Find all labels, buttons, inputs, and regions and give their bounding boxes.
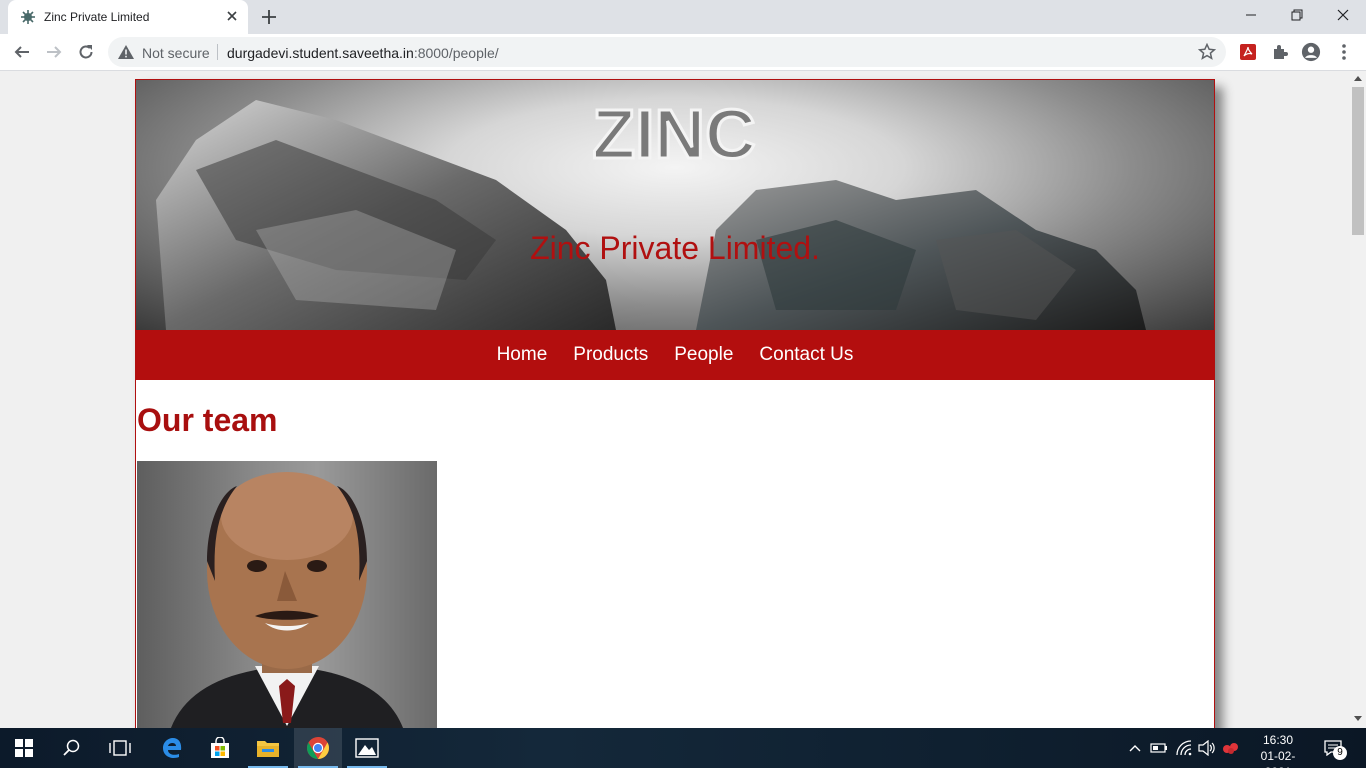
address-separator [217, 44, 218, 60]
task-view-icon[interactable] [96, 728, 144, 768]
site-container: ZINC Zinc Private Limited. Home Products… [135, 79, 1215, 728]
scroll-down-arrow-icon[interactable] [1354, 716, 1362, 721]
photos-app-icon[interactable] [343, 728, 391, 768]
store-icon[interactable] [196, 728, 244, 768]
url-host: durgadevi.student.saveetha.in [227, 45, 414, 61]
nav-link-people[interactable]: People [674, 344, 733, 366]
nav-link-products[interactable]: Products [573, 344, 648, 366]
battery-icon[interactable] [1150, 739, 1168, 757]
chevron-up-icon[interactable] [1126, 739, 1144, 757]
nav-link-home[interactable]: Home [497, 344, 548, 366]
scroll-up-arrow-icon[interactable] [1354, 76, 1362, 81]
url-path: :8000/people/ [413, 45, 499, 61]
wifi-icon[interactable] [1175, 739, 1193, 757]
windows-start-icon[interactable] [0, 728, 48, 768]
volume-icon[interactable] [1198, 739, 1216, 757]
pdf-extension-icon[interactable] [1238, 42, 1258, 62]
address-bar[interactable]: Not secure durgadevi.student.saveetha.in… [108, 37, 1226, 67]
team-member-portrait [171, 472, 403, 728]
app-tray-icon[interactable] [1222, 739, 1240, 757]
clock-time: 16:30 [1262, 733, 1294, 747]
bookmark-star-icon[interactable] [1197, 42, 1217, 61]
back-arrow-icon[interactable] [12, 42, 32, 62]
url-text[interactable]: durgadevi.student.saveetha.in:8000/peopl… [227, 45, 499, 61]
browser-toolbar: Not secure durgadevi.student.saveetha.in… [0, 34, 1366, 71]
page-viewport[interactable]: ZINC Zinc Private Limited. Home Products… [0, 71, 1350, 728]
file-explorer-icon[interactable] [244, 728, 292, 768]
close-icon[interactable] [224, 8, 240, 24]
tab-title: Zinc Private Limited [44, 10, 150, 24]
reload-icon[interactable] [76, 42, 96, 62]
tab-strip: Zinc Private Limited [0, 0, 1366, 34]
header-banner: ZINC Zinc Private Limited. [136, 80, 1214, 330]
menu-dots-icon[interactable] [1334, 42, 1354, 62]
banner-title: Zinc Private Limited. [530, 230, 820, 266]
zinc-logo-text: ZINC [592, 95, 755, 172]
page-scrollbar[interactable] [1350, 71, 1366, 728]
windows-taskbar: 16:30 01-02-2021 9 [0, 728, 1366, 768]
window-close-icon[interactable] [1320, 0, 1366, 30]
extensions-puzzle-icon[interactable] [1270, 42, 1290, 62]
profile-avatar-icon[interactable] [1301, 42, 1321, 62]
new-tab-plus-icon[interactable] [260, 8, 278, 26]
notification-count-badge: 9 [1333, 746, 1347, 760]
team-member-photo [137, 461, 437, 728]
browser-tab[interactable]: Zinc Private Limited [8, 0, 248, 34]
chrome-taskbar-icon[interactable] [294, 728, 342, 768]
django-favicon-icon [20, 9, 36, 25]
search-icon[interactable] [48, 728, 96, 768]
page-heading: Our team [137, 402, 278, 438]
forward-arrow-icon[interactable] [44, 42, 64, 62]
minimize-icon[interactable] [1228, 0, 1274, 30]
main-nav: Home Products People Contact Us [136, 330, 1214, 380]
warning-triangle-icon[interactable] [118, 45, 134, 59]
zinc-logo: ZINC [591, 94, 757, 173]
restore-icon[interactable] [1274, 0, 1320, 30]
edge-browser-icon[interactable] [148, 728, 196, 768]
scrollbar-thumb[interactable] [1352, 87, 1364, 235]
security-status-label[interactable]: Not secure [142, 45, 210, 61]
system-clock[interactable]: 16:30 01-02-2021 [1248, 732, 1308, 768]
clock-date: 01-02-2021 [1260, 749, 1296, 768]
nav-link-contact-us[interactable]: Contact Us [759, 344, 853, 366]
